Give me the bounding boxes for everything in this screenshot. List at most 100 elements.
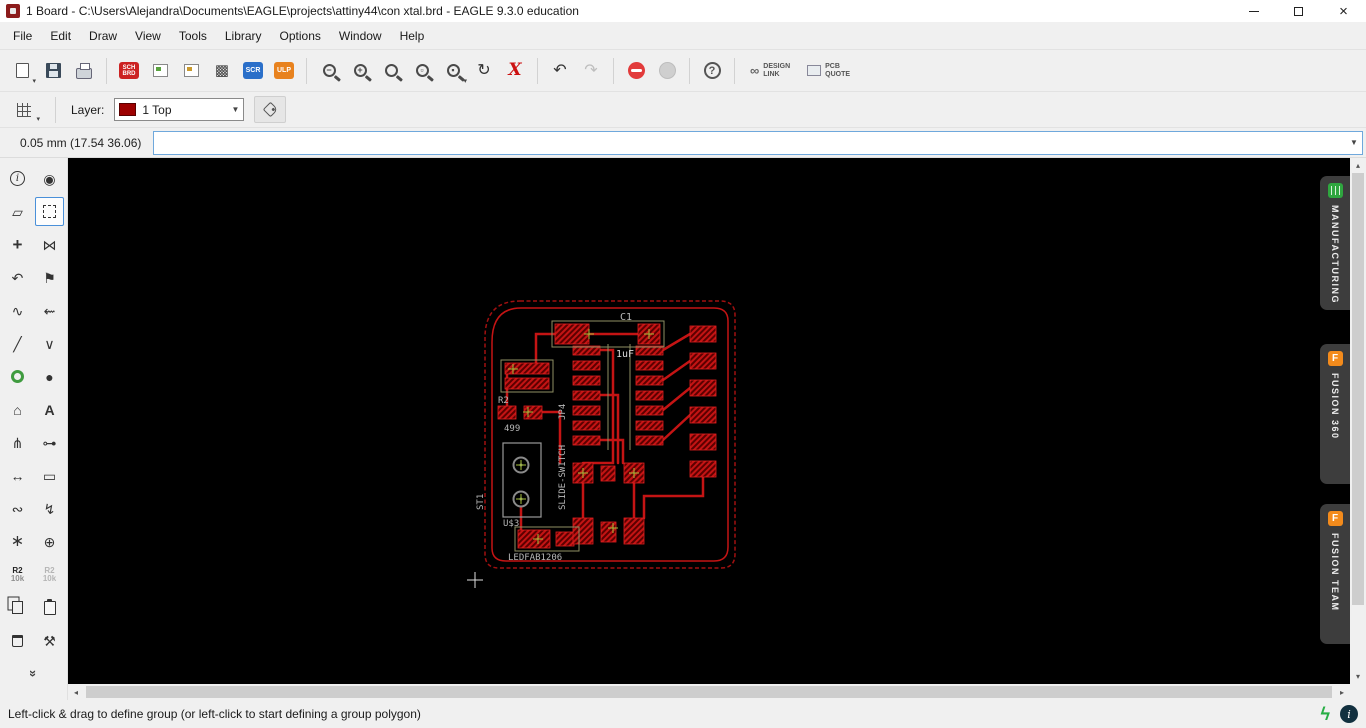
delete-tool-button[interactable] [3, 626, 32, 655]
cancel-command-button[interactable]: X [501, 57, 529, 85]
dimension-tool-button[interactable]: ↔ [3, 461, 32, 490]
tab-fusion-team-label: FUSION TEAM [1330, 533, 1340, 612]
print-button[interactable] [70, 57, 98, 85]
miter-tool-button[interactable]: ⋔ [3, 428, 32, 457]
menu-help[interactable]: Help [391, 25, 434, 47]
schematic-board-toggle-button[interactable]: SCH BRD [115, 57, 143, 85]
scroll-down-arrow[interactable]: ▾ [1350, 669, 1366, 684]
scroll-right-arrow[interactable]: ▸ [1334, 685, 1350, 700]
zoom-select-icon: ▪ [446, 64, 460, 77]
polygon-tool-button[interactable]: ⌂ [3, 395, 32, 424]
tab-fusion-team[interactable]: F FUSION TEAM [1320, 504, 1350, 644]
script-button[interactable]: SCR [239, 57, 267, 85]
text-tool-button[interactable]: A [35, 395, 64, 424]
group-tool-button[interactable] [35, 197, 64, 226]
hole-tool-button[interactable]: ⊕ [35, 527, 64, 556]
main-toolbar: ▾ SCH BRD ▩ SCR ULP − + ▫ ▪ ▾ ↻ X ↶ ↷ ? ∞… [0, 50, 1366, 92]
copy-tool-button[interactable] [3, 593, 32, 622]
vertical-scroll-thumb[interactable] [1352, 173, 1364, 605]
menu-view[interactable]: View [126, 25, 170, 47]
rotate-tool-button[interactable]: ↶ [3, 263, 32, 292]
menu-library[interactable]: Library [216, 25, 271, 47]
label-tag-button[interactable] [254, 96, 287, 123]
ripup-tool-button[interactable]: ⇜ [35, 296, 64, 325]
design-link-button[interactable]: ∞ DESIGN LINK [743, 57, 797, 85]
pcb-quote-line2: QUOTE [825, 70, 851, 78]
undo-button[interactable]: ↶ [546, 57, 574, 85]
horizontal-scrollbar[interactable]: ◂ ▸ [68, 684, 1350, 700]
grid-settings-button[interactable] [146, 57, 174, 85]
printer-icon [76, 62, 92, 79]
menu-options[interactable]: Options [271, 25, 330, 47]
name-tool-button[interactable]: R2 10k [3, 560, 32, 589]
miter-icon: ⋔ [11, 434, 24, 451]
floppy-icon [45, 63, 61, 78]
rect-icon: ▭ [42, 467, 57, 484]
redo-button[interactable]: ↷ [577, 57, 605, 85]
go-button[interactable] [653, 57, 681, 85]
wire-tool-button[interactable]: ╱ [3, 329, 32, 358]
open-board-button[interactable]: ▾ [8, 57, 36, 85]
sheet-icon [152, 64, 168, 77]
layer-dropdown[interactable]: 1 Top ▼ [114, 98, 245, 121]
zoom-last-button[interactable] [377, 57, 405, 85]
change-tool-button[interactable]: ⚒ [35, 626, 64, 655]
pcb-quote-button[interactable]: PCB QUOTE [800, 57, 857, 85]
grid-button[interactable]: ▾ [8, 97, 40, 123]
menu-file[interactable]: File [4, 25, 41, 47]
mirror-tool-button[interactable]: ⋈ [35, 230, 64, 259]
display-tool-button[interactable]: ▱ [3, 197, 32, 226]
command-input[interactable] [154, 131, 1346, 154]
maximize-button[interactable] [1276, 0, 1321, 22]
zoom-out-button[interactable]: − [315, 57, 343, 85]
scroll-left-arrow[interactable]: ◂ [68, 685, 84, 700]
expand-palette-button[interactable]: » [19, 659, 48, 688]
design-rules-button[interactable] [177, 57, 205, 85]
menu-window[interactable]: Window [330, 25, 391, 47]
signal-icon: ↯ [43, 500, 56, 517]
route-tool-button[interactable]: ∿ [3, 296, 32, 325]
command-dropdown-button[interactable]: ▼ [1346, 132, 1362, 154]
show-tool-button[interactable]: ◉ [35, 164, 64, 193]
ratsnest-icon: ∗ [10, 532, 25, 550]
save-button[interactable] [39, 57, 67, 85]
pcb-quote-line1: PCB [825, 62, 840, 70]
help-button[interactable]: ? [698, 57, 726, 85]
move-tool-button[interactable]: + [3, 230, 32, 259]
info-indicator-icon[interactable]: i [1340, 705, 1358, 723]
zoom-to-fit-button[interactable]: ▫ [408, 57, 436, 85]
vertical-scrollbar[interactable]: ▴ ▾ [1350, 158, 1366, 684]
ulp-button[interactable]: ULP [270, 57, 298, 85]
menu-draw[interactable]: Draw [80, 25, 126, 47]
minimize-button[interactable] [1231, 0, 1276, 22]
paste-tool-button[interactable] [35, 593, 64, 622]
via-tool-button[interactable] [3, 362, 32, 391]
close-button[interactable]: × [1321, 0, 1366, 22]
ratsnest-tool-button[interactable]: ∗ [3, 527, 32, 556]
optimize-tool-button[interactable]: ⊶ [35, 428, 64, 457]
menu-tools[interactable]: Tools [170, 25, 216, 47]
redraw-button[interactable]: ↻ [470, 57, 498, 85]
zoom-in-button[interactable]: + [346, 57, 374, 85]
menu-edit[interactable]: Edit [41, 25, 80, 47]
board-canvas[interactable]: C1 1uF R2 499 U$3 LEDFAB1206 JP4 SLIDE-S… [68, 158, 1350, 684]
tab-fusion-360[interactable]: F FUSION 360 [1320, 344, 1350, 484]
smd-pads [497, 323, 717, 549]
smash-tool-button[interactable]: ⚑ [35, 263, 64, 292]
refresh-icon: ↻ [477, 61, 491, 79]
zoom-select-button[interactable]: ▪ ▾ [439, 57, 467, 85]
split-tool-button[interactable]: ∨ [35, 329, 64, 358]
scroll-up-arrow[interactable]: ▴ [1350, 158, 1366, 173]
layer-bar: ▾ Layer: 1 Top ▼ [0, 92, 1366, 128]
tab-manufacturing[interactable]: MANUFACTURING [1320, 176, 1350, 310]
horizontal-scroll-thumb[interactable] [86, 686, 1332, 698]
circle-tool-button[interactable]: ● [35, 362, 64, 391]
signal-tool-button[interactable]: ↯ [35, 494, 64, 523]
chevron-down-icon: ▼ [231, 105, 240, 114]
info-tool-button[interactable]: i [3, 164, 32, 193]
meander-tool-button[interactable]: ∾ [3, 494, 32, 523]
rect-tool-button[interactable]: ▭ [35, 461, 64, 490]
fabrication-button[interactable]: ▩ [208, 57, 236, 85]
stop-button[interactable] [622, 57, 650, 85]
value-tool-button[interactable]: R2 10k [35, 560, 64, 589]
